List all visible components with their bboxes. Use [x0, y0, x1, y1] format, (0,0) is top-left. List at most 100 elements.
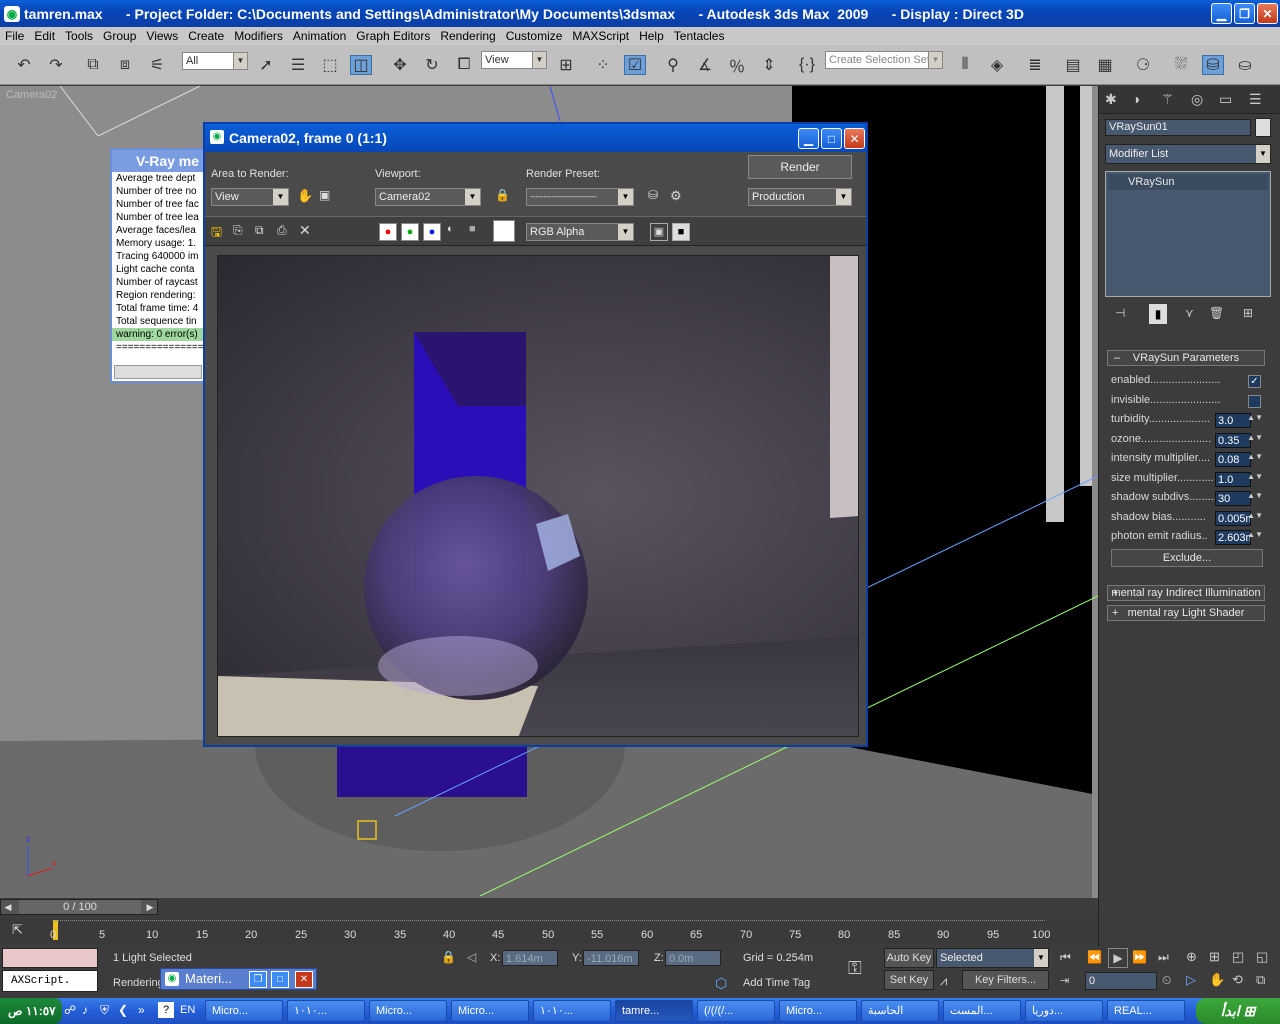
viewport-dropdown[interactable]: Camera02 ▼ [375, 188, 481, 206]
select-by-name-icon[interactable]: ☰ [287, 55, 309, 75]
key-mode-toggle-icon[interactable]: ⇥ [1060, 974, 1069, 987]
save-image-icon[interactable]: 🖫 [211, 223, 222, 245]
rendered-image[interactable] [217, 255, 859, 737]
taskbar-button[interactable]: Micro... [205, 1000, 283, 1022]
motion-tab-icon[interactable]: ◎ [1191, 91, 1203, 108]
lock-viewport-icon[interactable]: 🔒 [495, 188, 511, 206]
rotate-icon[interactable]: ↻ [421, 55, 443, 75]
configure-sets-icon[interactable]: ⊞ [1243, 306, 1253, 320]
copy-image-icon[interactable]: ⎘ [233, 223, 243, 238]
absolute-mode-icon[interactable]: ◁ [467, 950, 476, 964]
red-channel-icon[interactable]: ● [379, 223, 397, 241]
material-editor-minimized[interactable]: ◉ Materi... ❐ □ ✕ [160, 968, 317, 990]
pan-view-icon[interactable]: ✋ [1209, 972, 1225, 988]
frame-counter[interactable]: 0 / 100 [19, 900, 141, 914]
print-image-icon[interactable]: ⎙ [277, 223, 287, 238]
quick-render-icon[interactable]: ⛀ [1234, 55, 1256, 75]
taskbar-button[interactable]: Micro... [369, 1000, 447, 1022]
percent-snap-icon[interactable]: ％ [726, 55, 748, 76]
environment-effects-icon[interactable]: ⚙ [670, 188, 688, 206]
hierarchy-tab-icon[interactable]: ⚚ [1161, 91, 1174, 108]
default-in-out-tangent-key-icon[interactable]: ⚿ [848, 958, 862, 979]
intensity-multiplier-spinner[interactable]: 0.08 [1215, 452, 1251, 467]
start-button[interactable]: ابدأ ⊞ [1196, 998, 1280, 1024]
taskbar-button[interactable]: (/(/(/... [697, 1000, 775, 1022]
color-swatch[interactable] [493, 220, 515, 242]
exclude-button[interactable]: Exclude... [1111, 549, 1263, 567]
key-filters-button[interactable]: Key Filters... [962, 970, 1049, 990]
tray-network-icon[interactable]: ☍ [64, 1003, 76, 1017]
tray-volume-icon[interactable]: ♪ [82, 1003, 88, 1017]
spinner-arrows-icon[interactable]: ▲▼ [1247, 491, 1263, 500]
z-coordinate-field[interactable]: 0.0m [665, 950, 721, 966]
zoom-all-icon[interactable]: ⊞ [1209, 949, 1220, 965]
green-channel-icon[interactable]: ● [401, 223, 419, 241]
viewport-label[interactable]: Camera02 [6, 89, 57, 101]
spinner-arrows-icon[interactable]: ▲▼ [1247, 413, 1263, 422]
render-setup-icon[interactable]: ⛆ [1170, 55, 1192, 75]
undo-icon[interactable]: ↶ [13, 55, 35, 75]
shadow-subdivs-spinner[interactable]: 30 [1215, 491, 1251, 506]
menu-tools[interactable]: Tools [60, 29, 98, 43]
taskbar-button-active[interactable]: tamre... [615, 1000, 693, 1022]
scale-icon[interactable]: ⧠ [453, 55, 475, 75]
window-crossing-icon[interactable]: ◫ [350, 55, 372, 75]
key-mode-icon[interactable]: ⩘ [940, 973, 947, 989]
redo-icon[interactable]: ↷ [45, 55, 67, 75]
modify-tab-icon[interactable]: ◗ [1133, 91, 1141, 107]
next-frame-icon[interactable]: ⏩ [1132, 950, 1147, 964]
edit-region-icon[interactable]: ▣ [319, 188, 335, 206]
minimize-button[interactable]: ▁ [1211, 3, 1232, 24]
menu-group[interactable]: Group [98, 29, 141, 43]
bind-space-warp-icon[interactable]: ⚟ [146, 55, 168, 75]
modifier-stack[interactable]: VRaySun [1105, 171, 1271, 297]
invisible-checkbox[interactable] [1248, 395, 1261, 408]
spinner-arrows-icon[interactable]: ▲▼ [1247, 511, 1263, 520]
taskbar-button[interactable]: المست... [943, 1000, 1021, 1022]
render-maximize-button[interactable]: □ [821, 128, 842, 149]
tray-expand-icon[interactable]: ❮ [118, 1003, 128, 1017]
turbidity-spinner[interactable]: 3.0 [1215, 413, 1251, 428]
object-color-swatch[interactable] [1255, 118, 1271, 137]
keyboard-shortcut-override-icon[interactable]: ☑ [624, 55, 646, 75]
menu-create[interactable]: Create [183, 29, 229, 43]
spinner-arrows-icon[interactable]: ▲▼ [1247, 433, 1263, 442]
key-selection-dropdown[interactable]: Selected ▼ [936, 948, 1049, 968]
pivot-center-icon[interactable]: ⊞ [555, 55, 577, 75]
track-bar[interactable]: ⇱ 0 5 10 15 20 25 30 35 40 45 50 55 60 6… [0, 918, 1098, 944]
mental-ray-light-shader-rollout[interactable]: + mental ray Light Shader [1107, 605, 1265, 621]
snaps-toggle-icon[interactable]: ⚲ [662, 55, 684, 75]
menu-animation[interactable]: Animation [288, 29, 351, 43]
go-to-start-icon[interactable]: ⏮ [1060, 950, 1071, 965]
link-icon[interactable]: ⧉ [82, 55, 104, 75]
taskbar-button[interactable]: دوريا... [1025, 1000, 1103, 1022]
schematic-view-icon[interactable]: ▦ [1094, 55, 1116, 75]
mental-ray-indirect-illumination-rollout[interactable]: + mental ray Indirect Illumination [1107, 585, 1265, 601]
previous-frame-icon[interactable]: ⏪ [1087, 950, 1102, 964]
menu-maxscript[interactable]: MAXScript [567, 29, 634, 43]
modifier-list-dropdown[interactable]: Modifier List ▼ [1105, 144, 1271, 164]
menu-help[interactable]: Help [634, 29, 669, 43]
render-setup-small-icon[interactable]: ⛁ [648, 188, 666, 206]
mirror-icon[interactable]: ⫴ [954, 55, 976, 75]
x-coordinate-field[interactable]: 1.614m [502, 950, 558, 966]
zoom-icon[interactable]: ⊕ [1186, 949, 1197, 965]
reference-coordinate-dropdown[interactable]: View ▼ [481, 51, 547, 69]
toggle-ui-icon[interactable]: ■ [672, 223, 690, 241]
select-manipulate-icon[interactable]: ⁘ [592, 55, 614, 75]
render-close-button[interactable]: ✕ [844, 128, 865, 149]
monochrome-icon[interactable]: ■ [469, 223, 476, 235]
clone-window-icon[interactable]: ⧉ [255, 223, 264, 238]
zoom-extents-all-icon[interactable]: ◱ [1256, 949, 1268, 965]
restore-button[interactable]: ❐ [1234, 3, 1255, 24]
angle-snap-icon[interactable]: ∡ [694, 55, 716, 75]
pin-stack-icon[interactable]: ⊣ [1115, 306, 1125, 320]
menu-modifiers[interactable]: Modifiers [229, 29, 288, 43]
current-frame-field[interactable]: 0 [1085, 972, 1157, 990]
menu-views[interactable]: Views [141, 29, 183, 43]
layer-manager-icon[interactable]: ≣ [1024, 55, 1046, 75]
menu-edit[interactable]: Edit [29, 29, 60, 43]
maxscript-listener-mini[interactable] [2, 948, 98, 968]
rectangular-selection-icon[interactable]: ⬚ [319, 55, 341, 75]
maximize-viewport-icon[interactable]: ⧉ [1256, 972, 1265, 988]
